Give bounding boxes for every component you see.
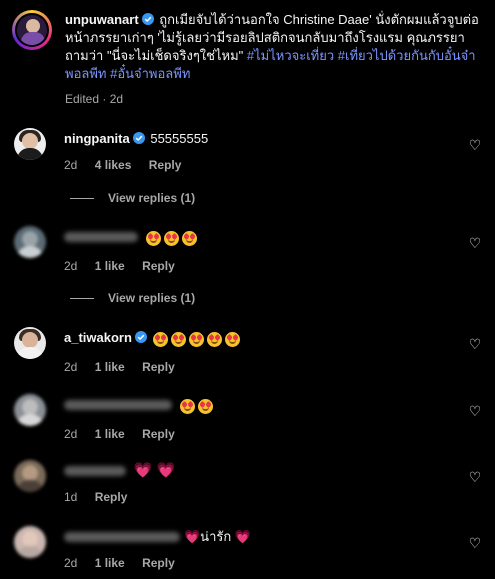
comment-likes[interactable]: 1 like bbox=[95, 259, 125, 273]
heart-outline-icon[interactable]: ♡ bbox=[468, 236, 482, 250]
commenter-avatar[interactable] bbox=[14, 128, 46, 160]
commenter-username[interactable] bbox=[64, 466, 126, 476]
star-struck-emoji-icon bbox=[145, 231, 161, 246]
star-struck-emoji-icon bbox=[181, 231, 197, 246]
heart-outline-icon[interactable]: ♡ bbox=[468, 470, 482, 484]
edited-label: Edited bbox=[65, 92, 100, 106]
comment-time: 2d bbox=[64, 158, 78, 172]
comment-likes[interactable]: 1 like bbox=[95, 556, 125, 570]
comment-item: 2d 1 like Reply ♡ bbox=[12, 226, 482, 273]
star-struck-emoji-icon bbox=[224, 332, 240, 347]
commenter-username[interactable]: ningpanita bbox=[64, 131, 130, 146]
comment-item: a_tiwakorn 2d 1 like Reply ♡ bbox=[12, 327, 482, 374]
star-struck-emoji-icon bbox=[179, 399, 195, 414]
comment-time: 2d bbox=[64, 360, 78, 374]
commenter-avatar[interactable] bbox=[14, 460, 46, 492]
heart-outline-icon[interactable]: ♡ bbox=[468, 536, 482, 550]
reply-button[interactable]: Reply bbox=[142, 427, 175, 441]
commenter-username[interactable]: a_tiwakorn bbox=[64, 330, 132, 345]
divider bbox=[70, 298, 94, 300]
commenter-username[interactable] bbox=[64, 400, 172, 410]
commenter-avatar[interactable] bbox=[14, 394, 46, 426]
heart-outline-icon[interactable]: ♡ bbox=[468, 337, 482, 351]
commenter-username[interactable] bbox=[64, 232, 138, 242]
verified-badge-icon bbox=[132, 132, 145, 144]
star-struck-emoji-icon bbox=[170, 332, 186, 347]
comment-time: 2d bbox=[64, 259, 78, 273]
caption-text: unpuwanart ถูกเมียจับได้ว่านอกใจ Christi… bbox=[65, 11, 483, 83]
post-author-avatar[interactable] bbox=[12, 10, 52, 50]
comment-emojis bbox=[179, 399, 216, 417]
comment-text: 💗น่ารัก 💗 bbox=[184, 529, 252, 544]
reply-button[interactable]: Reply bbox=[142, 259, 175, 273]
star-struck-emoji-icon bbox=[197, 399, 213, 414]
verified-badge-icon bbox=[141, 13, 154, 25]
divider bbox=[70, 198, 94, 200]
edited-time: 2d bbox=[109, 92, 124, 106]
star-struck-emoji-icon bbox=[152, 332, 168, 347]
star-struck-emoji-icon bbox=[163, 231, 179, 246]
reply-button[interactable]: Reply bbox=[142, 556, 175, 570]
reply-button[interactable]: Reply bbox=[95, 490, 128, 504]
reply-button[interactable]: Reply bbox=[149, 158, 182, 172]
comment-likes[interactable]: 1 like bbox=[95, 360, 125, 374]
comment-emojis bbox=[145, 231, 200, 249]
reply-button[interactable]: Reply bbox=[142, 360, 175, 374]
comment-item: 2d 1 like Reply ♡ bbox=[12, 394, 482, 441]
commenter-avatar[interactable] bbox=[14, 226, 46, 258]
comment-likes[interactable]: 1 like bbox=[95, 427, 125, 441]
comment-text: 💗 💗 bbox=[133, 462, 176, 479]
comment-time: 2d bbox=[64, 427, 78, 441]
verified-badge-icon bbox=[134, 331, 147, 343]
comment-item: 💗น่ารัก 💗 2d 1 like Reply ♡ bbox=[12, 526, 482, 570]
view-replies-button[interactable]: View replies (1) bbox=[70, 191, 195, 205]
edited-info: Edited · 2d bbox=[65, 92, 124, 106]
comment-time: 2d bbox=[64, 556, 78, 570]
comment-item: ningpanita 55555555 2d 4 likes Reply ♡ bbox=[12, 128, 482, 172]
view-replies-button[interactable]: View replies (1) bbox=[70, 291, 195, 305]
heart-outline-icon[interactable]: ♡ bbox=[468, 138, 482, 152]
commenter-username[interactable] bbox=[64, 532, 180, 542]
star-struck-emoji-icon bbox=[206, 332, 222, 347]
comment-emojis bbox=[152, 332, 243, 350]
heart-outline-icon[interactable]: ♡ bbox=[468, 404, 482, 418]
commenter-avatar[interactable] bbox=[14, 327, 46, 359]
comment-time: 1d bbox=[64, 490, 78, 504]
comment-item: 💗 💗 1d Reply ♡ bbox=[12, 460, 482, 504]
commenter-avatar[interactable] bbox=[14, 526, 46, 558]
star-struck-emoji-icon bbox=[188, 332, 204, 347]
comment-likes[interactable]: 4 likes bbox=[95, 158, 132, 172]
comment-text: 55555555 bbox=[150, 131, 209, 146]
post-author-username[interactable]: unpuwanart bbox=[65, 12, 139, 27]
